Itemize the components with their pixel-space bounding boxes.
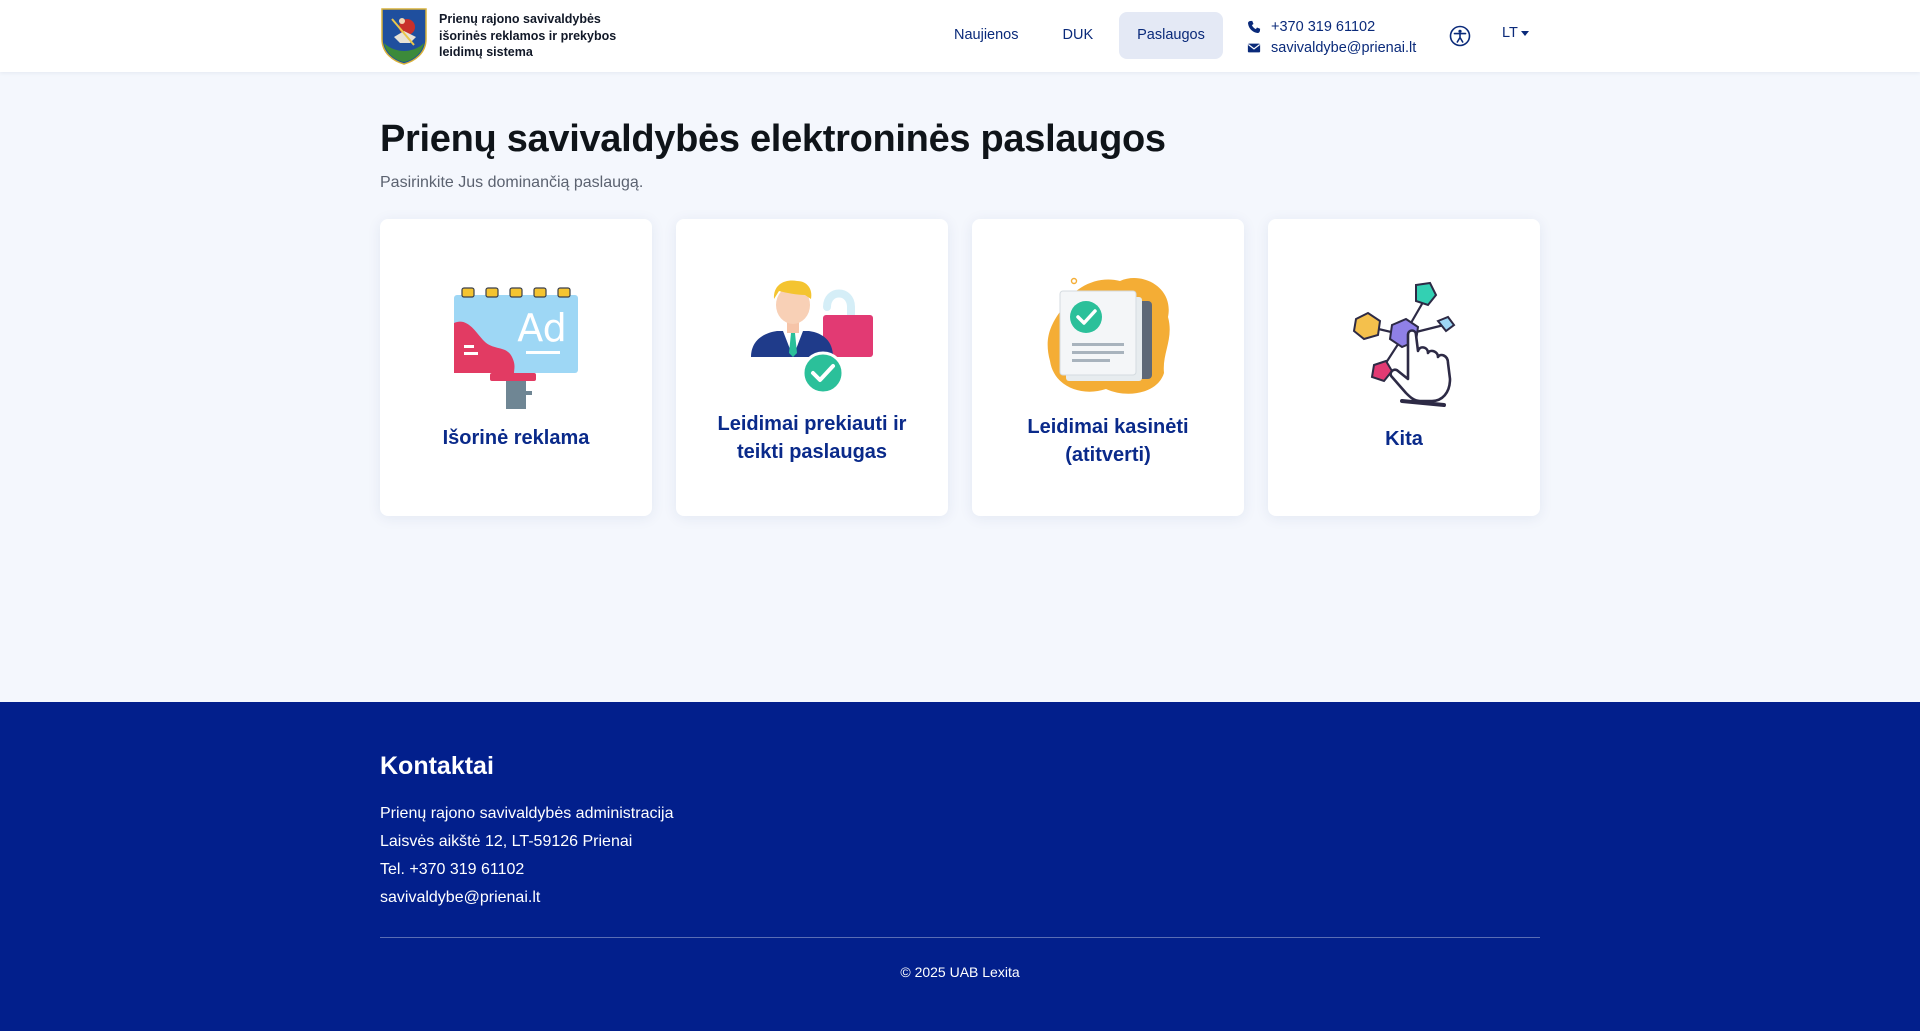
service-card-leidimai-kasineti[interactable]: Leidimai kasinėti (atitverti) [972, 219, 1244, 516]
language-selector[interactable]: LT [1502, 25, 1529, 41]
accessibility-icon[interactable] [1449, 25, 1471, 47]
service-cards: Ad Išorinė reklama Leidimai prekiauti ir… [380, 219, 1540, 516]
page-subtitle: Pasirinkite Jus dominančią paslaugą. [380, 174, 644, 191]
service-card-isorine-reklama[interactable]: Ad Išorinė reklama [380, 219, 652, 516]
service-card-label: Kita [1385, 428, 1423, 450]
footer-title: Kontaktai [380, 752, 494, 780]
service-card-kita[interactable]: Kita [1268, 219, 1540, 516]
billboard-icon: Ad [454, 287, 578, 409]
service-card-label: Išorinė reklama [442, 427, 590, 449]
copyright: © 2025 UAB Lexita [900, 964, 1020, 980]
envelope-icon [1247, 43, 1261, 52]
phone-number: +370 319 61102 [1271, 18, 1376, 35]
nav-item-paslaugos[interactable]: Paslaugos [1119, 12, 1223, 59]
main-nav: Naujienos DUK Paslaugos [936, 12, 1223, 59]
email-link[interactable]: savivaldybe@prienai.lt [1247, 37, 1416, 58]
crest-icon [381, 8, 427, 65]
nav-item-duk[interactable]: DUK [1045, 12, 1112, 59]
language-label: LT [1502, 25, 1518, 41]
approved-document-icon [1047, 277, 1170, 394]
footer-address: Laisvės aikštė 12, LT-59126 Prienai [380, 833, 633, 850]
caret-down-icon [1520, 30, 1529, 36]
footer-organization: Prienų rajono savivaldybės administracij… [380, 805, 674, 822]
service-card-label: Leidimai prekiauti ir teikti paslaugas [717, 413, 907, 463]
brand-link[interactable]: Prienų rajono savivaldybės išorinės rekl… [380, 7, 629, 65]
nav-item-naujienos[interactable]: Naujienos [936, 12, 1037, 59]
page-title: Prienų savivaldybės elektroninės paslaug… [380, 118, 1166, 160]
phone-link[interactable]: +370 319 61102 [1247, 16, 1416, 37]
header: Prienų rajono savivaldybės išorinės rekl… [0, 0, 1920, 72]
footer: Kontaktai Prienų rajono savivaldybės adm… [0, 702, 1920, 1031]
svg-text:Ad: Ad [517, 306, 566, 350]
footer-email[interactable]: savivaldybe@prienai.lt [380, 884, 673, 912]
network-hand-icon [1352, 281, 1456, 407]
header-contacts: +370 319 61102 savivaldybe@prienai.lt [1247, 16, 1416, 58]
service-card-label: Leidimai kasinėti (atitverti) [1027, 416, 1189, 466]
footer-phone[interactable]: Tel. +370 319 61102 [380, 856, 673, 884]
brand-title: Prienų rajono savivaldybės išorinės rekl… [439, 12, 617, 59]
footer-contacts: Prienų rajono savivaldybės administracij… [380, 800, 673, 912]
person-unlocked-icon [751, 280, 873, 395]
footer-divider [380, 937, 1540, 938]
service-card-leidimai-prekiauti[interactable]: Leidimai prekiauti ir teikti paslaugas [676, 219, 948, 516]
email-address: savivaldybe@prienai.lt [1271, 39, 1417, 56]
phone-icon [1248, 20, 1261, 33]
